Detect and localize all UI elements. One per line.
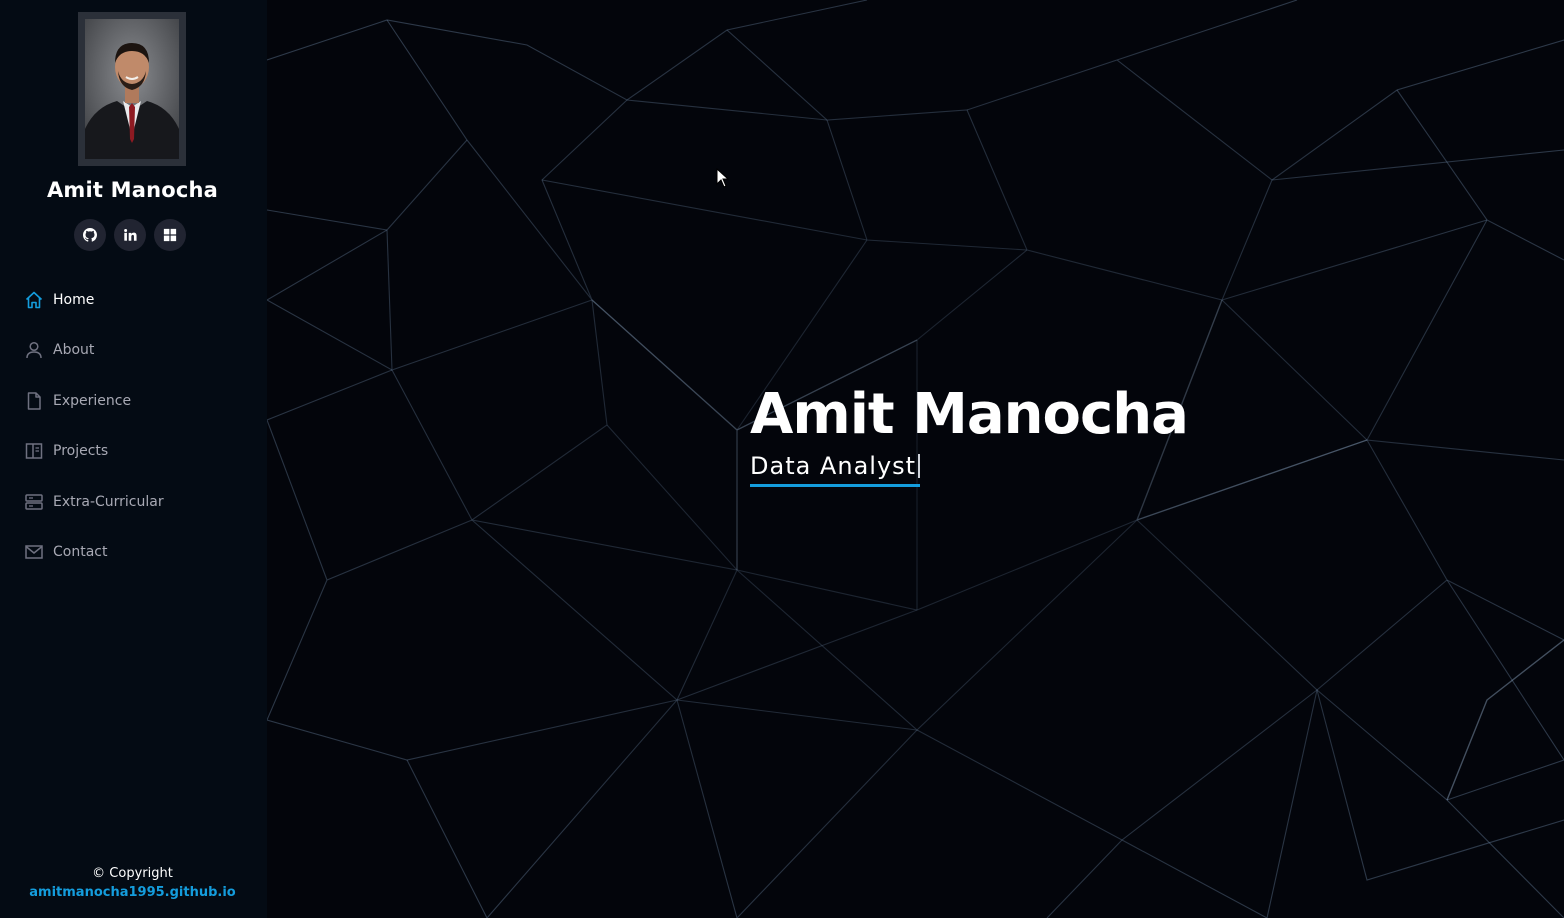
profile-photo <box>78 12 186 166</box>
nav-label: Experience <box>53 393 132 409</box>
typing-caret <box>918 454 921 478</box>
sidebar: Amit Manocha Home About Experience Proje… <box>0 0 267 918</box>
book-icon <box>24 441 44 461</box>
file-icon <box>24 391 44 411</box>
linkedin-icon <box>124 228 137 241</box>
nav-label: Extra-Curricular <box>53 494 164 510</box>
footer: © Copyright amitmanocha1995.github.io <box>0 864 265 902</box>
github-icon <box>83 228 97 242</box>
profile-name: Amit Manocha <box>46 178 219 202</box>
nav-label: Contact <box>53 544 108 560</box>
nav-item-about[interactable]: About <box>24 330 94 370</box>
portfolio-button[interactable] <box>154 219 186 251</box>
nav-item-experience[interactable]: Experience <box>24 381 131 421</box>
envelope-icon <box>24 542 44 562</box>
hero-subtitle-text: Data Analyst <box>750 452 917 480</box>
grid-icon <box>163 228 177 242</box>
linkedin-button[interactable] <box>114 219 146 251</box>
server-icon <box>24 492 44 512</box>
nav-label: About <box>53 342 95 358</box>
copyright-text: © Copyright <box>92 866 173 881</box>
hero-subtitle: Data Analyst <box>750 452 921 487</box>
nav-label: Home <box>53 292 95 308</box>
social-links <box>74 219 186 251</box>
user-icon <box>24 340 44 360</box>
home-icon <box>24 290 44 310</box>
nav-item-projects[interactable]: Projects <box>24 431 108 471</box>
nav-item-extra-curricular[interactable]: Extra-Curricular <box>24 482 164 522</box>
mouse-cursor-icon <box>716 168 730 188</box>
nav-label: Projects <box>53 443 109 459</box>
github-button[interactable] <box>74 219 106 251</box>
nav-item-contact[interactable]: Contact <box>24 532 107 572</box>
site-link[interactable]: amitmanocha1995.github.io <box>0 883 265 902</box>
hero-section: Amit Manocha Data Analyst <box>267 0 1564 918</box>
nav-item-home[interactable]: Home <box>24 280 94 320</box>
hero-title: Amit Manocha <box>750 382 1189 447</box>
